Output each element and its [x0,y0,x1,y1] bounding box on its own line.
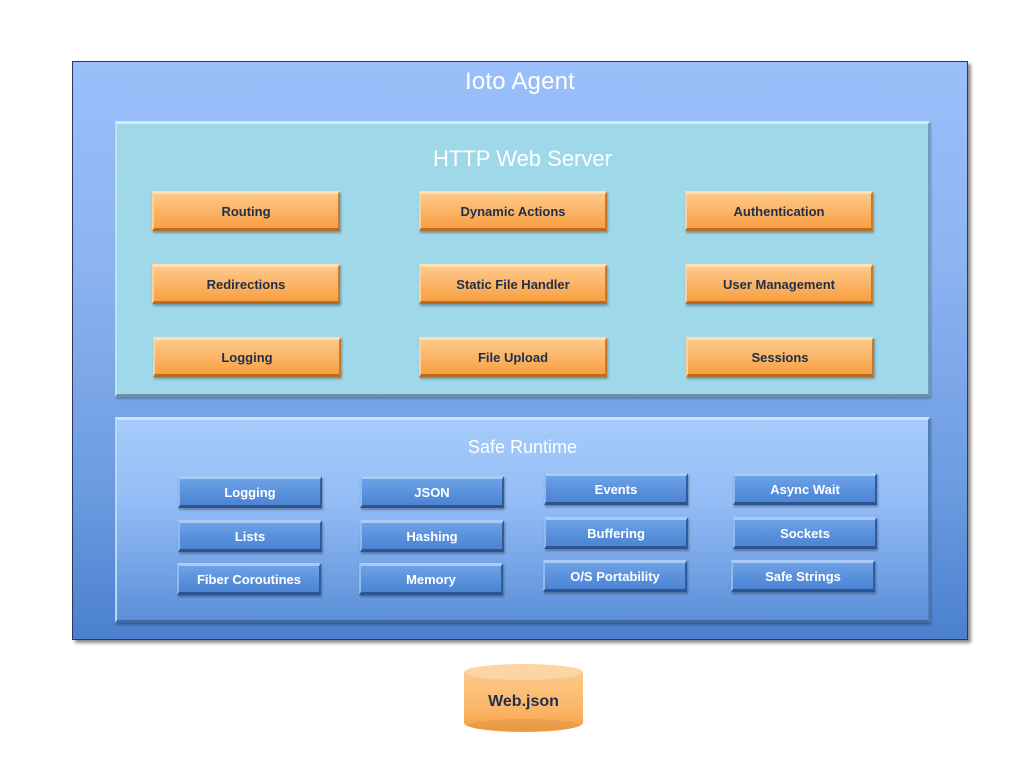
http-module-sessions: Sessions [686,337,874,377]
runtime-module-buffering: Buffering [544,517,688,549]
runtime-module-async-wait: Async Wait [733,473,877,505]
http-web-server-title: HTTP Web Server [433,146,612,171]
ioto-agent-title: Ioto Agent [464,68,576,95]
runtime-module-fiber-coroutines: Fiber Coroutines [177,563,321,595]
http-module-file-upload: File Upload [419,337,607,377]
http-module-authentication: Authentication [685,191,873,231]
runtime-module-events: Events [544,473,688,505]
http-module-redirections: Redirections [152,264,340,304]
http-module-logging: Logging [153,337,341,377]
runtime-module-json: JSON [360,476,504,508]
web-json-label: Web.json [488,693,559,710]
http-web-server-panel: HTTP Web Server Routing Dynamic Actions … [115,121,930,397]
ioto-agent-container: Ioto Agent HTTP Web Server Routing Dynam… [72,61,968,640]
runtime-module-lists: Lists [178,520,322,552]
http-module-static-file-handler: Static File Handler [419,264,607,304]
runtime-module-logging: Logging [178,476,322,508]
http-module-dynamic-actions: Dynamic Actions [419,191,607,231]
safe-runtime-panel: Safe Runtime Logging JSON Events Async W… [115,417,930,623]
web-json-storage: Web.json [463,663,584,733]
http-module-routing: Routing [152,191,340,231]
runtime-module-hashing: Hashing [360,520,504,552]
runtime-module-memory: Memory [359,563,503,595]
runtime-module-os-portability: O/S Portability [543,560,687,592]
runtime-module-sockets: Sockets [733,517,877,549]
safe-runtime-title: Safe Runtime [467,437,578,457]
runtime-module-safe-strings: Safe Strings [731,560,875,592]
http-module-user-management: User Management [685,264,873,304]
